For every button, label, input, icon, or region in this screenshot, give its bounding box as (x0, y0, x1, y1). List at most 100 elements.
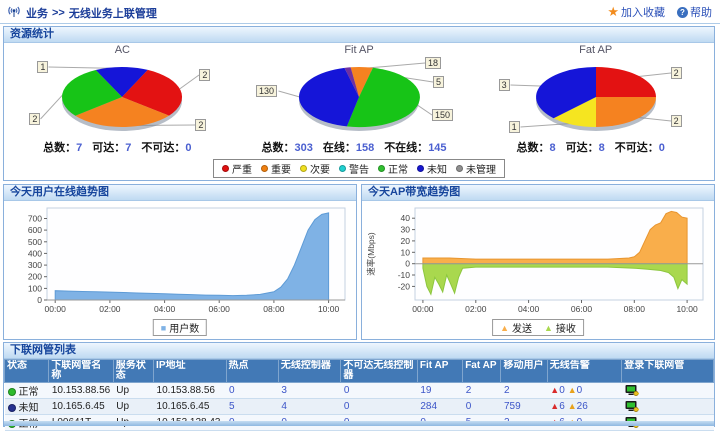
wireless-controller-cell-link[interactable]: 4 (281, 401, 287, 412)
svg-text:速率(Mbps): 速率(Mbps) (366, 232, 376, 276)
hotspot-cell-link[interactable]: 5 (229, 401, 235, 412)
login-nms-icon[interactable] (625, 403, 639, 414)
nms-name-cell[interactable]: 10.165.6.45 (49, 399, 113, 415)
severity-label: 警告 (349, 161, 369, 176)
wireless-controller-cell-link[interactable]: 3 (281, 385, 287, 396)
fat-ap-cell-link[interactable]: 0 (466, 401, 472, 412)
user-online-trend-chart: 010020030040050060070000:0002:0004:0006:… (7, 202, 353, 323)
status-cell: 未知 (5, 399, 49, 415)
pie-stat-value[interactable]: 0 (659, 142, 665, 154)
pie-callout: 130 (256, 85, 277, 97)
nms-name-cell[interactable]: 10.153.88.56 (49, 383, 113, 399)
unreachable-wc-cell: 0 (341, 399, 418, 415)
ap-bandwidth-trend-chart: -20-1001020304000:0002:0004:0006:0008:00… (365, 202, 711, 323)
column-header-3: IP地址 (154, 360, 227, 383)
severity-dot (456, 165, 463, 172)
fat-ap-cell: 2 (463, 383, 501, 399)
unreachable-wc-cell-link[interactable]: 0 (344, 385, 350, 396)
ac-pie-stats: 总数：7可达：7不可达：0 (4, 141, 241, 156)
downstream-nms-title: 下联网管列表 (4, 343, 714, 359)
column-header-7: Fit AP (417, 360, 462, 383)
severity-legend-item: 正常 (378, 161, 408, 176)
pie-stat-label: 总数： (516, 142, 549, 154)
fit-ap-cell-link[interactable]: 19 (420, 385, 431, 396)
pie-chart-row: AC 1222 总数：7可达：7不可达：0 Fit AP 181501305 总… (4, 44, 714, 156)
svg-text:06:00: 06:00 (209, 304, 231, 314)
help-link-label: 帮助 (690, 4, 712, 20)
hotspot-cell-link[interactable]: 0 (229, 385, 235, 396)
user-online-trend-title: 今天用户在线趋势图 (4, 185, 356, 201)
resource-statistics-panel: 资源统计 AC 1222 总数：7可达：7不可达：0 Fit AP 181501… (3, 26, 715, 181)
login-nms-icon[interactable] (625, 387, 639, 398)
unreachable-wc-cell-link[interactable]: 0 (344, 401, 350, 412)
breadcrumb-root-link[interactable]: 业务 (26, 5, 48, 21)
mobile-users-cell-link[interactable]: 759 (504, 401, 521, 412)
wireless-icon (6, 4, 22, 21)
svg-text:00:00: 00:00 (412, 304, 434, 314)
pie-stat-value[interactable]: 0 (185, 142, 191, 154)
severity-legend-item: 次要 (300, 161, 330, 176)
chart-legend-marker: ▲ (500, 323, 509, 333)
svg-text:10:00: 10:00 (676, 304, 698, 314)
user-online-trend-legend: ■用户数 (153, 319, 207, 336)
pie-stat-value[interactable]: 8 (599, 142, 605, 154)
fit-ap-pie-title: Fit AP (241, 44, 478, 57)
fit-ap-pie-stats: 总数：303在线：158不在线：145 (241, 141, 478, 156)
status-icon (8, 388, 16, 396)
ap-bandwidth-trend-title: 今天AP带宽趋势图 (362, 185, 714, 201)
pie-callout: 2 (29, 113, 40, 125)
pie-stat-value[interactable]: 7 (125, 142, 131, 154)
fit-ap-pie-chart[interactable]: 181501305 (244, 57, 474, 141)
minor-alarm-count[interactable]: 0 (577, 385, 583, 396)
svg-text:02:00: 02:00 (465, 304, 487, 314)
user-online-trend-panel: 今天用户在线趋势图 010020030040050060070000:0002:… (3, 184, 357, 340)
ac-pie-chart[interactable]: 1222 (7, 57, 237, 141)
critical-alarm-count[interactable]: 0 (559, 385, 565, 396)
svg-text:00:00: 00:00 (45, 304, 67, 314)
login-cell (622, 383, 714, 399)
severity-legend: 严重重要次要警告正常未知未管理 (213, 159, 505, 178)
ac-pie-title: AC (4, 44, 241, 57)
fat-ap-pie-section: Fat AP 2213 总数：8可达：8不可达：0 (477, 44, 714, 156)
column-header-10: 无线告警 (547, 360, 622, 383)
pie-stat-value[interactable]: 145 (428, 142, 446, 154)
fit-ap-cell-link[interactable]: 284 (420, 401, 437, 412)
svg-text:200: 200 (28, 272, 42, 282)
severity-dot (339, 165, 346, 172)
fat-ap-cell-link[interactable]: 2 (466, 385, 472, 396)
minor-alarm-icon: ▲ (568, 401, 577, 411)
pie-stat-value[interactable]: 7 (76, 142, 82, 154)
severity-label: 次要 (310, 161, 330, 176)
critical-alarm-icon: ▲ (550, 385, 559, 395)
pie-stat-label: 不在线： (384, 142, 428, 154)
pie-callout: 18 (425, 57, 441, 69)
pie-stat-value[interactable]: 303 (294, 142, 312, 154)
column-header-4: 热点 (226, 360, 278, 383)
pie-stat-label: 总数： (261, 142, 294, 154)
svg-text:300: 300 (28, 260, 42, 270)
svg-text:-20: -20 (398, 281, 411, 291)
favorite-link[interactable]: ★ 加入收藏 (607, 4, 665, 20)
svg-text:100: 100 (28, 283, 42, 293)
login-cell (622, 399, 714, 415)
fat-ap-pie-chart[interactable]: 2213 (481, 57, 711, 141)
svg-text:-10: -10 (398, 270, 411, 280)
wireless-alarm-cell: ▲0▲0 (547, 383, 622, 399)
pie-stat-value[interactable]: 8 (549, 142, 555, 154)
severity-label: 严重 (232, 161, 252, 176)
favorite-link-label: 加入收藏 (621, 4, 665, 20)
status-icon (8, 404, 16, 412)
table-panel-footer (4, 421, 714, 426)
help-link[interactable]: ? 帮助 (677, 4, 712, 20)
minor-alarm-count[interactable]: 26 (577, 401, 588, 412)
mobile-users-cell-link[interactable]: 2 (504, 385, 510, 396)
severity-dot (378, 165, 385, 172)
critical-alarm-count[interactable]: 6 (559, 401, 565, 412)
column-header-8: Fat AP (463, 360, 501, 383)
wireless-alarm-cell: ▲6▲26 (547, 399, 622, 415)
unreachable-wc-cell: 0 (341, 383, 418, 399)
severity-label: 未管理 (466, 161, 496, 176)
pie-stat-value[interactable]: 158 (356, 142, 374, 154)
ap-bandwidth-trend-legend: ▲发送▲接收 (492, 319, 584, 336)
chart-legend-item: ■用户数 (161, 320, 199, 335)
